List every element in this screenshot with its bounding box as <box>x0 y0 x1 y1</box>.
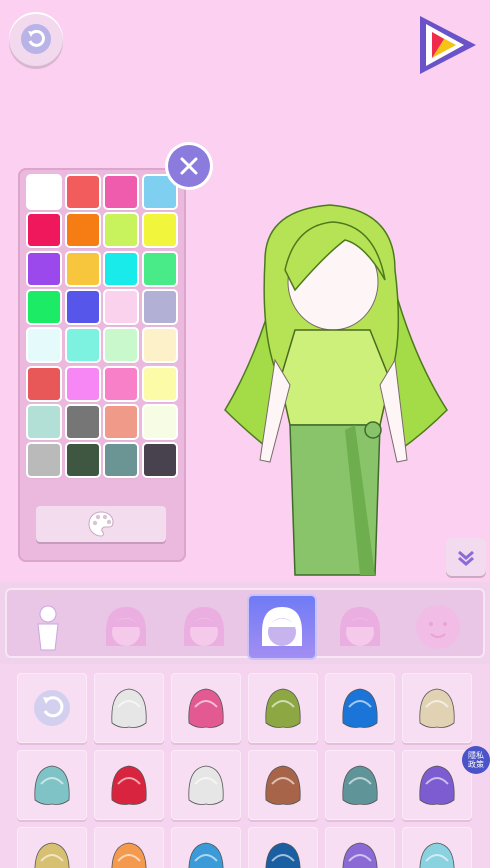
play-button[interactable] <box>414 12 480 78</box>
hair-style-icon <box>342 842 378 868</box>
color-swatch[interactable] <box>143 290 176 323</box>
hair-style-icon <box>188 842 224 868</box>
privacy-policy-label: 隱私 政策 <box>468 751 484 769</box>
close-palette-button[interactable] <box>168 145 210 187</box>
reset-button[interactable] <box>9 12 63 66</box>
back-hair-icon <box>262 607 302 646</box>
tab-back-hair[interactable] <box>249 596 315 658</box>
color-swatch[interactable] <box>28 444 60 477</box>
hair-item-cell[interactable] <box>17 827 87 868</box>
hair-item-cell[interactable] <box>248 750 318 820</box>
palette-icon <box>88 511 114 537</box>
color-swatch[interactable] <box>105 176 137 208</box>
hair-style-icon <box>419 765 455 805</box>
color-swatch[interactable] <box>66 290 99 323</box>
color-swatch[interactable] <box>143 444 176 477</box>
play-icon <box>420 16 476 74</box>
collapse-button[interactable] <box>446 538 486 576</box>
hair-item-grid <box>0 664 490 868</box>
color-swatch[interactable] <box>105 444 137 477</box>
color-swatch[interactable] <box>66 329 99 362</box>
side-hair-icon <box>184 607 224 646</box>
privacy-policy-badge[interactable]: 隱私 政策 <box>462 746 490 774</box>
hair-item-cell[interactable] <box>171 750 241 820</box>
color-swatch[interactable] <box>28 290 60 323</box>
hair-style-icon <box>265 688 301 728</box>
hair-style-icon <box>111 842 147 868</box>
hair-item-cell[interactable] <box>325 750 395 820</box>
color-swatch[interactable] <box>143 405 176 438</box>
color-swatch[interactable] <box>143 329 176 362</box>
color-swatch[interactable] <box>28 252 60 285</box>
hair-style-icon <box>419 842 455 868</box>
tab-body[interactable] <box>15 596 81 658</box>
category-tab-bar <box>0 582 490 664</box>
body-icon <box>37 605 59 651</box>
color-swatch[interactable] <box>105 329 137 362</box>
color-swatch[interactable] <box>105 214 137 247</box>
color-swatch[interactable] <box>66 252 99 285</box>
hair-item-cell[interactable] <box>94 673 164 743</box>
color-swatch[interactable] <box>143 367 176 400</box>
refresh-icon <box>21 24 51 54</box>
color-swatch[interactable] <box>143 176 176 208</box>
color-swatch[interactable] <box>66 444 99 477</box>
hair-style-icon <box>342 765 378 805</box>
bangs-icon <box>106 607 146 646</box>
custom-color-button[interactable] <box>36 506 166 542</box>
hair-style-icon <box>265 842 301 868</box>
hair-style-icon <box>419 688 455 728</box>
hair-style-icon <box>111 688 147 728</box>
color-swatch[interactable] <box>66 214 99 247</box>
character-stage <box>0 0 490 582</box>
hair-item-cell[interactable] <box>402 673 472 743</box>
hair-item-cell[interactable] <box>94 827 164 868</box>
hair-style-icon <box>34 765 70 805</box>
hair-style-icon <box>188 688 224 728</box>
hair-item-cell[interactable] <box>171 827 241 868</box>
color-swatch[interactable] <box>143 214 176 247</box>
color-palette-panel <box>18 168 186 562</box>
color-swatch[interactable] <box>66 176 99 208</box>
tab-face[interactable] <box>405 596 471 658</box>
color-swatch[interactable] <box>28 214 60 247</box>
hair-item-cell[interactable] <box>94 750 164 820</box>
tab-ahoge[interactable] <box>327 596 393 658</box>
color-swatch[interactable] <box>66 405 99 438</box>
hair-item-cell[interactable] <box>17 750 87 820</box>
close-icon <box>180 157 198 175</box>
hair-style-icon <box>342 688 378 728</box>
color-swatch[interactable] <box>105 290 137 323</box>
character-avatar <box>224 204 448 576</box>
face-icon <box>416 605 460 649</box>
hair-item-cell[interactable] <box>325 827 395 868</box>
chevron-down-icon <box>458 550 474 566</box>
color-swatch[interactable] <box>66 367 99 400</box>
tab-bangs[interactable] <box>93 596 159 658</box>
hair-style-icon <box>34 842 70 868</box>
refresh-icon <box>34 690 70 726</box>
color-swatch[interactable] <box>28 405 60 438</box>
color-swatch[interactable] <box>28 367 60 400</box>
color-swatch[interactable] <box>105 405 137 438</box>
hair-item-cell[interactable] <box>402 827 472 868</box>
ahoge-icon <box>340 607 380 646</box>
hair-item-cell[interactable] <box>248 673 318 743</box>
tab-side-hair[interactable] <box>171 596 237 658</box>
reset-item-cell[interactable] <box>17 673 87 743</box>
color-swatch[interactable] <box>28 176 60 208</box>
color-swatch[interactable] <box>105 252 137 285</box>
hair-item-cell[interactable] <box>325 673 395 743</box>
color-swatch[interactable] <box>105 367 137 400</box>
color-swatch[interactable] <box>143 252 176 285</box>
hair-item-cell[interactable] <box>248 827 318 868</box>
hair-style-icon <box>188 765 224 805</box>
hair-style-icon <box>111 765 147 805</box>
hair-style-icon <box>265 765 301 805</box>
color-swatch[interactable] <box>28 329 60 362</box>
hair-item-cell[interactable] <box>171 673 241 743</box>
